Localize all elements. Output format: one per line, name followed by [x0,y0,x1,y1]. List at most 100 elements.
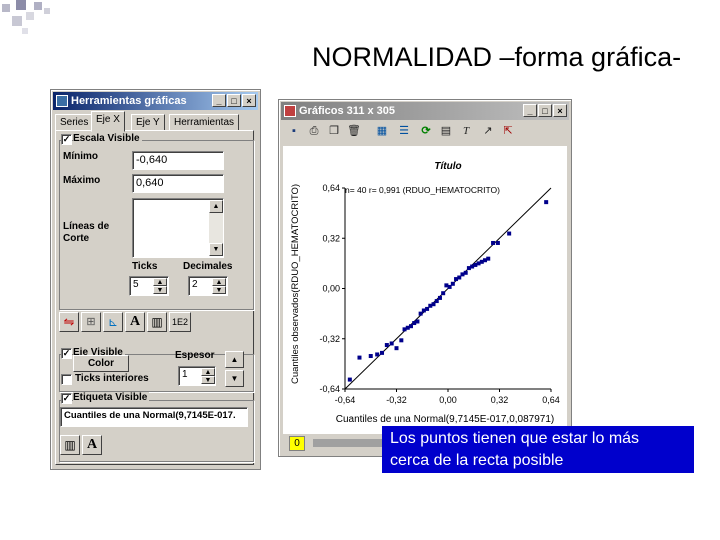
plot-area: Título n= 40 r= 0,991 (RDUO_HEMATOCRITO)… [283,146,567,434]
scale-visible-checkbox[interactable]: ✓ [61,134,72,145]
label-visible-label: Etiqueta Visible [73,392,150,403]
graph-window: Gráficos 311 x 305 _ □ × ▪ ⎙ ❐ 🗑 ▦ ☰ ⟳ ▤… [278,99,572,457]
y-tick-label: -0,32 [319,334,340,344]
thickness-label: Espesor [175,350,215,361]
min-input[interactable]: -0,640 [132,151,224,170]
minimize-button[interactable]: _ [212,94,226,107]
axis-icon[interactable]: ⊾ [103,312,123,332]
x-tick-label: -0,32 [386,395,407,405]
graph-window-titlebar[interactable]: Gráficos 311 x 305 _ □ × [281,102,569,120]
decimals-down-icon[interactable]: ▼ [212,286,226,294]
callout-box: Los puntos tienen que estar lo más cerca… [382,426,694,473]
data-point [437,295,442,300]
thickness-decrease-button[interactable]: ▼ [225,370,244,387]
bars-icon[interactable]: ▥ [147,312,167,332]
cut-lines-label-line2: Corte [63,233,90,244]
data-point [495,240,500,245]
grid-icon[interactable]: ⊞ [81,312,101,332]
swap-icon[interactable]: ⇋ [59,312,79,332]
data-point [450,281,455,286]
data-point [463,270,468,275]
data-point [507,231,512,236]
corner-decoration [0,0,60,45]
data-point [491,240,496,245]
color-button[interactable]: Color [73,355,129,372]
data-point [368,354,373,359]
max-input[interactable]: 0,640 [132,174,224,193]
x-axis-label: Cuantiles de una Normal(9,7145E-017,0,08… [336,414,554,425]
text-icon[interactable]: T [457,122,475,140]
decimals-up-icon[interactable]: ▲ [212,278,226,286]
scroll-down-icon[interactable]: ▼ [209,243,223,256]
tab-herramientas[interactable]: Herramientas [169,114,240,131]
copy-icon[interactable]: ❐ [325,122,343,140]
maximize-button[interactable]: □ [227,94,241,107]
data-point [347,377,352,382]
ticks-up-icon[interactable]: ▲ [153,278,167,286]
label-visible-checkbox[interactable]: ✓ [61,393,72,404]
ticks-label: Ticks [132,261,158,272]
cut-lines-label: Líneas de Corte [63,221,109,245]
label-font-icon[interactable]: A [82,435,102,455]
data-point [486,256,491,261]
graph-maximize-button[interactable]: □ [538,104,552,117]
chart-icon[interactable]: ▦ [373,122,391,140]
ticks-down-icon[interactable]: ▼ [153,286,167,294]
delete-icon[interactable]: 🗑 [345,122,363,140]
close-button[interactable]: × [242,94,256,107]
print-icon[interactable]: ⎙ [305,122,323,140]
tools-window: Herramientas gráficas _ □ × Series Eje X… [50,89,261,470]
data-point [357,355,362,360]
tab-eje-y[interactable]: Eje Y [131,114,165,131]
app-icon [56,95,68,107]
callout-line-2: cerca de la recta posible [390,452,564,469]
chart-title: Título [434,161,461,172]
graph-close-button[interactable]: × [553,104,567,117]
inner-ticks-checkbox[interactable] [61,374,72,385]
cut-lines-label-line1: Líneas de [63,221,110,232]
tab-series[interactable]: Series [55,114,94,131]
x-tick-label: 0,00 [439,395,457,405]
tab-eje-x[interactable]: Eje X [91,111,125,132]
x-tick-label: 0,64 [542,395,560,405]
data-point [441,291,446,296]
data-point [375,352,380,357]
select-icon[interactable]: ⇱ [499,122,517,140]
decimals-label: Decimales [183,261,233,272]
tools-window-title: Herramientas gráficas [71,95,187,107]
min-label: Mínimo [63,151,98,162]
arrow-icon[interactable]: ↗ [479,122,497,140]
axis-toolbar: ⇋ ⊞ ⊾ A ▥ 1E2 [57,310,253,334]
list-icon[interactable]: ☰ [395,122,413,140]
inner-ticks-label: Ticks interiores [75,373,149,384]
thickness-increase-button[interactable]: ▲ [225,351,244,368]
axis-label-input[interactable]: Cuantiles de una Normal(9,7145E-017. [60,407,248,427]
data-point [389,341,394,346]
callout-line-1: Los puntos tienen que estar lo más [390,430,640,447]
refresh-icon[interactable]: ⟳ [417,122,435,140]
y-axis-label: Cuantiles observados(RDUO_HEMATOCRITO) [290,184,301,384]
data-point [384,343,389,348]
chart-app-icon [284,105,296,117]
tools-window-titlebar[interactable]: Herramientas gráficas _ □ × [53,92,258,110]
page-tab[interactable]: 0 [289,436,305,451]
scale-visible-label: Escala Visible [73,133,142,144]
x-tick-label: 0,32 [491,395,509,405]
data-point [415,319,420,324]
thickness-up-icon[interactable]: ▲ [201,368,215,376]
axis-visible-checkbox[interactable]: ✓ [61,348,72,359]
qq-plot: Título n= 40 r= 0,991 (RDUO_HEMATOCRITO)… [290,161,560,425]
thickness-down-icon[interactable]: ▼ [201,376,215,384]
save-icon[interactable]: ▪ [285,122,303,140]
data-point [399,338,404,343]
cut-lines-scrollbar[interactable]: ▲ ▼ [209,200,223,256]
graph-toolbar: ▪ ⎙ ❐ 🗑 ▦ ☰ ⟳ ▤ T ↗ ⇱ [283,122,567,144]
clipboard-icon[interactable]: ▤ [437,122,455,140]
graph-minimize-button[interactable]: _ [523,104,537,117]
data-point [544,200,549,205]
font-icon[interactable]: A [125,312,145,332]
label-bars-icon[interactable]: ▥ [60,435,80,455]
scroll-up-icon[interactable]: ▲ [209,200,223,213]
x-tick-label: -0,64 [335,395,356,405]
sci-notation-icon[interactable]: 1E2 [169,312,191,332]
